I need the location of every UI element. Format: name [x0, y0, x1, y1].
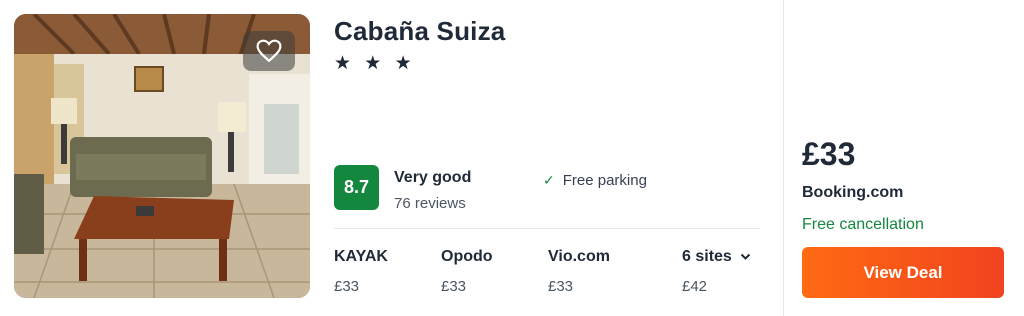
column-divider: [783, 0, 784, 316]
provider-price: £33: [334, 278, 360, 295]
provider-kayak[interactable]: KAYAK £33: [334, 248, 388, 295]
provider-price: £33: [548, 278, 574, 295]
review-score-badge: 8.7: [334, 165, 379, 210]
provider-vio[interactable]: Vio.com £33: [548, 248, 610, 295]
amenity-label: Free parking: [562, 172, 647, 189]
more-sites-toggle[interactable]: 6 sites: [682, 248, 751, 266]
hotel-name[interactable]: Cabaña Suiza: [334, 16, 505, 47]
more-sites-dropdown[interactable]: 6 sites £42: [682, 248, 751, 295]
provider-name: Opodo: [441, 248, 493, 265]
provider-name: KAYAK: [334, 248, 388, 265]
divider: [334, 228, 760, 229]
rating-label: Very good: [394, 169, 472, 186]
review-count[interactable]: 76 reviews: [394, 195, 466, 212]
chevron-down-icon: [740, 250, 751, 264]
provider-price: £42: [682, 278, 708, 295]
free-cancellation-label: Free cancellation: [802, 216, 924, 233]
best-deal-site: Booking.com: [802, 184, 904, 201]
best-price: £33: [802, 136, 856, 172]
more-sites-label: 6 sites: [682, 248, 732, 265]
favorite-button[interactable]: [243, 31, 295, 71]
provider-name: Vio.com: [548, 248, 610, 265]
view-deal-button[interactable]: View Deal: [802, 247, 1004, 298]
provider-price: £33: [441, 278, 467, 295]
star-rating: ★ ★ ★: [334, 53, 416, 74]
heart-outline-icon: [256, 39, 282, 63]
hotel-result-card: Cabaña Suiza ★ ★ ★ 8.7 Very good 76 revi…: [0, 0, 1024, 316]
amenity-free-parking: ✓ Free parking: [543, 172, 647, 189]
provider-opodo[interactable]: Opodo £33: [441, 248, 493, 295]
check-icon: ✓: [543, 172, 555, 188]
